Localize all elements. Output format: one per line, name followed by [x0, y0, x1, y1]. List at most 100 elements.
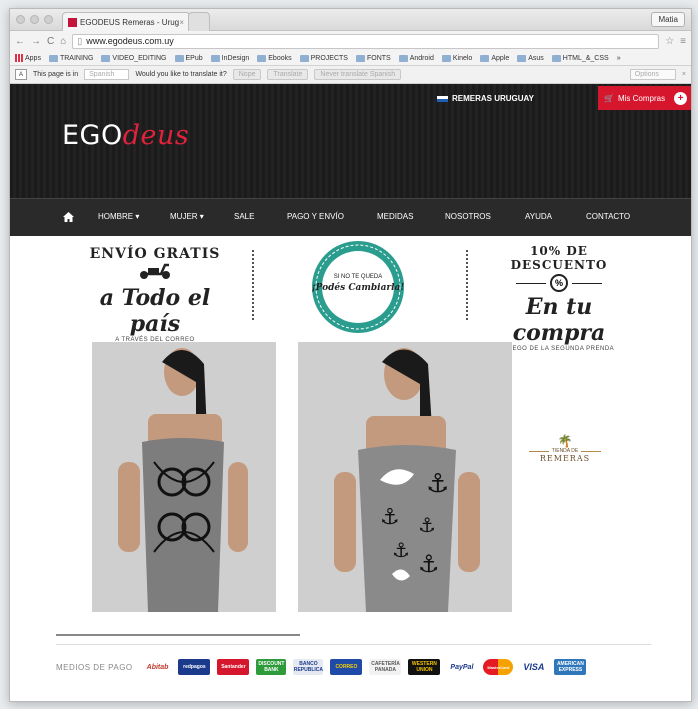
badge-rule: [516, 282, 546, 284]
redpagos-logo: redpagos: [178, 659, 211, 675]
url-field[interactable]: ▯ www.egodeus.com.uy: [72, 33, 660, 49]
bookmarks-bar: Apps TRAINING VIDEO_EDITING EPub InDesig…: [10, 51, 691, 66]
uruguay-flag-icon: [437, 95, 448, 102]
nav-ayuda[interactable]: AYUDA: [525, 212, 552, 221]
discount-bank-logo: DISCOUNT BANK: [256, 659, 287, 675]
home-nav-icon[interactable]: [63, 212, 74, 222]
folder-icon: [101, 54, 111, 62]
folder-icon: [441, 54, 451, 62]
language-select[interactable]: Spanish: [84, 69, 130, 80]
seal-script-text: ¡Podés Cambiarla!: [311, 283, 405, 293]
nav-sale[interactable]: SALE: [234, 212, 254, 221]
minimize-window-button[interactable]: [30, 15, 39, 24]
model-anchor-dress-image: ⚓ ⚓ ⚓ ⚓ ⚓: [298, 342, 512, 612]
paypal-logo: PayPal: [450, 663, 474, 671]
bookmark-folder[interactable]: HTML_&_CSS: [551, 54, 609, 62]
translate-prefix: This page is in: [33, 71, 79, 78]
website: REMERAS URUGUAY 🛒 Mis Compras + EGOdeus …: [10, 84, 691, 682]
nope-button[interactable]: Nope: [232, 69, 262, 80]
tienda-remeras-badge[interactable]: 🌴 TIENDA DE REMERAS: [515, 434, 615, 463]
bookmark-folder[interactable]: TRAINING: [48, 54, 93, 62]
options-select[interactable]: Options: [629, 69, 676, 80]
folder-icon: [48, 54, 58, 62]
correo-logo: CORREO: [330, 659, 363, 675]
santander-logo: Santander: [217, 659, 250, 675]
folder-icon: [355, 54, 365, 62]
favicon-icon: [68, 17, 77, 27]
nav-nosotros[interactable]: NOSOTROS: [445, 212, 491, 221]
mastercard-logo: MasterCard: [483, 659, 514, 675]
forward-arrow-icon[interactable]: →: [31, 36, 41, 47]
star-icon[interactable]: ☆: [665, 36, 674, 47]
reload-icon[interactable]: C: [47, 36, 54, 47]
bookmark-folder[interactable]: Kinelo: [441, 54, 472, 62]
abitab-logo: Abitab: [146, 663, 169, 671]
back-arrow-icon[interactable]: ←: [15, 36, 25, 47]
home-icon[interactable]: ⌂: [60, 36, 66, 47]
bookmark-folder[interactable]: PROJECTS: [299, 54, 348, 62]
free-shipping-title: ENVÍO GRATIS: [89, 246, 221, 262]
product-photo-dress-floral[interactable]: [92, 342, 276, 612]
nav-pago-envio[interactable]: PAGO Y ENVÍO: [287, 212, 344, 221]
bookmark-folder[interactable]: FONTS: [355, 54, 391, 62]
site-logo[interactable]: EGOdeus: [62, 120, 189, 151]
promo-banner: ENVÍO GRATIS a Todo el país A TRAVÉS DEL…: [10, 236, 691, 352]
cafeteria-logo: CAFETERÍA PANADA: [369, 659, 402, 675]
close-translate-icon[interactable]: ×: [682, 71, 686, 78]
banner-divider: [466, 250, 468, 320]
folder-icon: [398, 54, 408, 62]
bookmark-folder[interactable]: Android: [398, 54, 434, 62]
window-controls: [16, 15, 53, 24]
footer-rule: [56, 634, 300, 636]
cart-icon: 🛒: [604, 93, 614, 103]
folder-icon: [174, 54, 184, 62]
bookmark-folder[interactable]: Ebooks: [257, 54, 292, 62]
bookmark-folder[interactable]: InDesign: [210, 54, 249, 62]
nav-mujer[interactable]: MUJER ▾: [170, 212, 204, 221]
bookmark-apps[interactable]: Apps: [15, 54, 41, 62]
tienda-line: [581, 450, 602, 452]
cart-button[interactable]: 🛒 Mis Compras +: [598, 86, 691, 110]
product-photo-dress-anchors[interactable]: ⚓ ⚓ ⚓ ⚓ ⚓: [298, 342, 512, 612]
nav-hombre[interactable]: HOMBRE ▾: [98, 212, 139, 221]
tab-close-icon[interactable]: ×: [179, 18, 184, 27]
folder-icon: [517, 54, 527, 62]
folder-icon: [299, 54, 309, 62]
footer-divider: [56, 644, 651, 645]
bookmark-folder[interactable]: Apple: [480, 54, 509, 62]
badge-rule: [572, 282, 602, 284]
folder-icon: [210, 54, 220, 62]
browser-window: EGODEUS Remeras - Urug × Matia ← → C ⌂ ▯…: [9, 8, 692, 702]
nav-medidas[interactable]: MEDIDAS: [377, 212, 413, 221]
nav-contacto[interactable]: CONTACTO: [586, 212, 630, 221]
bookmark-folder[interactable]: VIDEO_EDITING: [101, 54, 167, 62]
bookmark-folder[interactable]: EPub: [174, 54, 203, 62]
tienda-label: REMERAS: [539, 454, 591, 463]
scooter-icon: [140, 263, 170, 279]
bookmark-folder[interactable]: Asus: [517, 54, 544, 62]
browser-tab[interactable]: EGODEUS Remeras - Urug ×: [62, 12, 190, 31]
discount-title: 10% DE DESCUENTO: [510, 244, 608, 272]
translate-question: Would you like to translate it?: [135, 71, 227, 78]
remeras-uruguay-link[interactable]: REMERAS URUGUAY: [437, 94, 534, 103]
seal-top-text: SI NO TE QUEDA: [333, 274, 383, 280]
palm-tree-icon: 🌴: [557, 434, 573, 448]
payments-label: MEDIOS DE PAGO: [56, 662, 133, 672]
page-icon: ▯: [77, 35, 83, 46]
new-tab-button[interactable]: [188, 12, 210, 31]
svg-text:⚓: ⚓: [392, 538, 410, 562]
translate-bar: A This page is in Spanish Would you like…: [10, 66, 691, 84]
maximize-window-button[interactable]: [44, 15, 53, 24]
profile-button[interactable]: Matia: [651, 12, 685, 27]
menu-icon[interactable]: ≡: [680, 36, 686, 47]
translate-button[interactable]: Translate: [267, 69, 309, 80]
tab-title: EGODEUS Remeras - Urug: [80, 17, 180, 27]
free-shipping-promo: ENVÍO GRATIS a Todo el país A TRAVÉS DEL…: [80, 246, 230, 343]
bookmarks-overflow[interactable]: »: [617, 55, 621, 62]
never-translate-button[interactable]: Never translate Spanish: [314, 69, 402, 80]
apps-icon: [15, 54, 23, 62]
folder-icon: [551, 54, 561, 62]
payment-methods: MEDIOS DE PAGO Abitab redpagos Santander…: [56, 656, 656, 678]
close-window-button[interactable]: [16, 15, 25, 24]
address-toolbar: ← → C ⌂ ▯ www.egodeus.com.uy ☆ ≡: [10, 31, 691, 51]
